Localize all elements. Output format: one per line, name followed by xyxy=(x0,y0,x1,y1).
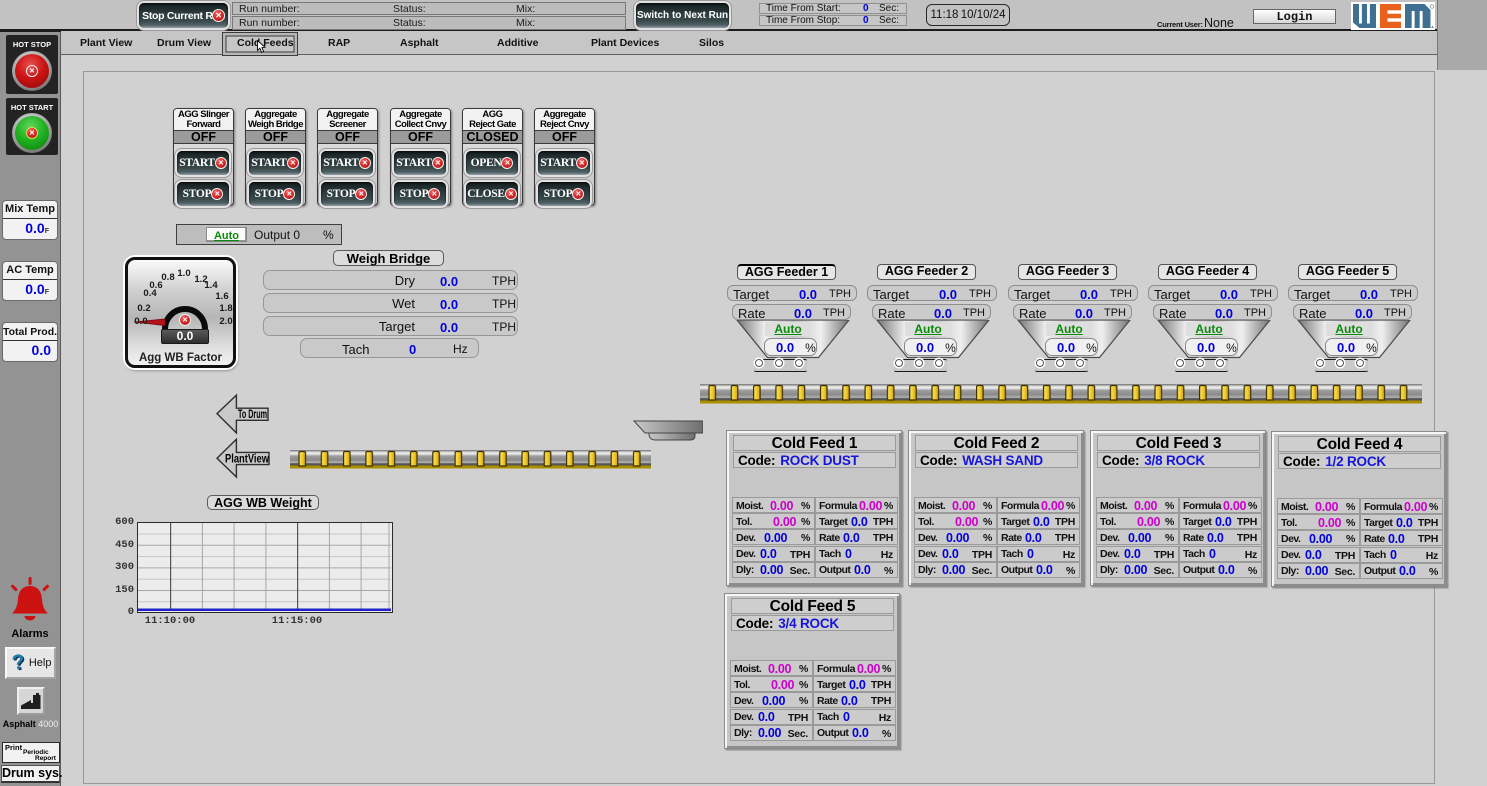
svg-text:To Drum: To Drum xyxy=(238,409,267,421)
svg-text:PlantView: PlantView xyxy=(225,453,269,465)
